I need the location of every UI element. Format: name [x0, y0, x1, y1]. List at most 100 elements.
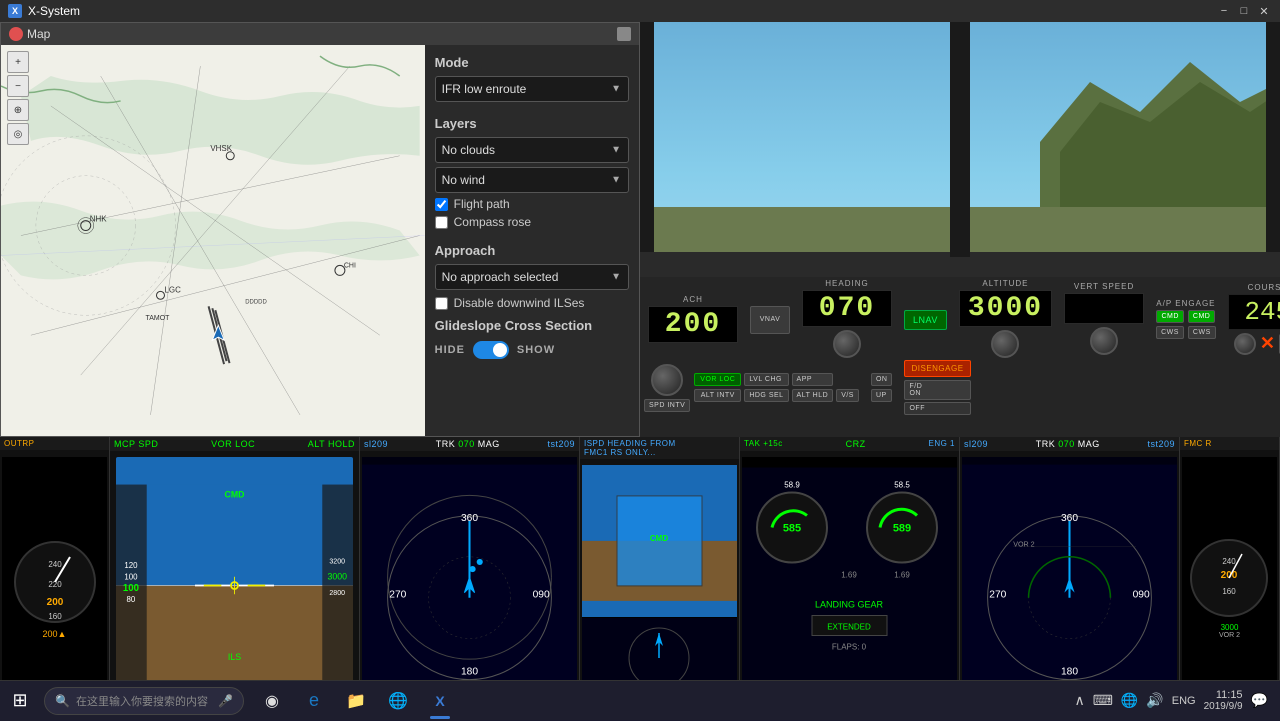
- map-canvas[interactable]: + − ⊕ ◎: [1, 45, 425, 436]
- lvl-chg-btn[interactable]: LVL CHG: [744, 373, 788, 386]
- vor-loc-group: VOR LOC ALT INTV: [694, 373, 741, 402]
- off-btn[interactable]: OFF: [904, 402, 970, 415]
- svg-text:100: 100: [123, 583, 139, 594]
- disengage-button[interactable]: DISENGAGE: [904, 360, 970, 377]
- svg-text:LANDING GEAR: LANDING GEAR: [815, 600, 884, 610]
- pfd-header: MCP SPD VOR LOC ALT HOLD: [110, 437, 359, 451]
- taskbar-app-xplane[interactable]: X: [420, 681, 460, 721]
- svg-text:585: 585: [783, 523, 801, 535]
- map-content: + − ⊕ ◎: [1, 45, 639, 436]
- pfd-svg: 120 100 100 80 3200 3000 2800 CMD ILS: [116, 457, 353, 714]
- taskbar: ⊞ 🔍 在这里输入你要搜索的内容 🎤 ◉ e 📁 🌐 X ∧: [0, 680, 1280, 720]
- mic-icon: 🎤: [218, 694, 233, 708]
- cmd-button-1[interactable]: CMD: [1156, 310, 1183, 323]
- alt-hld-btn[interactable]: ALT HLD: [792, 389, 834, 402]
- right-nd-trk-label: TRK 070 MAG: [1036, 439, 1100, 449]
- vert-speed-knob[interactable]: [1090, 327, 1118, 355]
- heading-knob[interactable]: [833, 330, 861, 358]
- zoom-out-button[interactable]: −: [7, 75, 29, 97]
- mode-label: Mode: [435, 55, 629, 70]
- fo-on-btn[interactable]: F/DON: [904, 380, 970, 400]
- lnav-group: LNAV: [900, 306, 951, 332]
- clouds-select[interactable]: No clouds: [435, 137, 629, 163]
- hdg-sel-btn[interactable]: HDG SEL: [744, 389, 788, 402]
- search-icon: 🔍: [55, 694, 70, 708]
- spd-intv-btn[interactable]: SPD INTV: [644, 399, 690, 412]
- alt-intv-btn[interactable]: ALT INTV: [694, 389, 741, 402]
- svg-text:58.5: 58.5: [894, 481, 910, 490]
- autopilot-panel: ACH 200 VNAV HEADING 070 LNAV ALTITUDE: [640, 277, 1280, 437]
- vor-loc-indicator: VOR LOC: [211, 439, 255, 449]
- vs-btn[interactable]: V/S: [836, 389, 859, 402]
- eicas-panel: TAK +15c CRZ ENG 1 58.9 58.5 585 589: [740, 437, 960, 720]
- search-placeholder: 在这里输入你要搜索的内容: [76, 693, 208, 709]
- app-btn[interactable]: APP: [792, 373, 834, 386]
- svg-text:EXTENDED: EXTENDED: [827, 623, 871, 632]
- svg-text:1.69: 1.69: [841, 571, 857, 580]
- flight-path-label: Flight path: [454, 197, 510, 211]
- altitude-knob[interactable]: [991, 330, 1019, 358]
- show-label: SHOW: [517, 344, 555, 356]
- svg-text:270: 270: [389, 590, 406, 601]
- titlebar-controls[interactable]: − □ ✕: [1216, 4, 1272, 18]
- maximize-button[interactable]: □: [1236, 4, 1252, 18]
- start-button[interactable]: ⊞: [0, 681, 40, 721]
- vor-loc-btn[interactable]: VOR LOC: [694, 373, 741, 386]
- eng-label: ENG 1: [928, 439, 955, 449]
- titlebar: X X-System − □ ✕: [0, 0, 1280, 22]
- disable-downwind-checkbox[interactable]: [435, 297, 448, 310]
- eicas-display: 58.9 58.5 585 589 1.69 1.69 LANDING GEAR: [742, 457, 957, 718]
- minimize-button[interactable]: −: [1216, 4, 1232, 18]
- map-close-button[interactable]: [9, 27, 23, 41]
- mfd-header: ISPD HEADING FROMFMC1 RS ONLY...: [580, 437, 739, 459]
- disengage-group: DISENGAGE F/DON OFF: [904, 360, 970, 415]
- svg-text:090: 090: [1133, 590, 1150, 601]
- arrow-icon[interactable]: ∧: [1074, 692, 1084, 709]
- spd-intv-group: SPD INTV: [644, 364, 690, 412]
- notification-icon[interactable]: 💬: [1251, 692, 1268, 709]
- up-btn[interactable]: UP: [871, 389, 893, 402]
- mfd-panel: ISPD HEADING FROMFMC1 RS ONLY... CMD VOR…: [580, 437, 740, 720]
- nd-trk-label: sl209: [364, 439, 388, 449]
- svg-text:CMD: CMD: [650, 534, 668, 543]
- wind-select[interactable]: No wind: [435, 167, 629, 193]
- lnav-button[interactable]: LNAV: [904, 310, 947, 330]
- taskbar-app-edge[interactable]: 🌐: [378, 681, 418, 721]
- cws-button-1[interactable]: CWS: [1156, 326, 1184, 339]
- close-button[interactable]: ✕: [1256, 4, 1272, 18]
- pan-button[interactable]: ⊕: [7, 99, 29, 121]
- glideslope-label: Glideslope Cross Section: [435, 318, 629, 333]
- taskbar-app-ie[interactable]: e: [294, 681, 334, 721]
- on-btn[interactable]: ON: [871, 373, 893, 386]
- speed-indicator: 200▲: [43, 629, 67, 639]
- ach-label: ACH: [683, 295, 703, 304]
- right-alt-label: FMC R: [1184, 439, 1212, 448]
- map-toolbar: + − ⊕ ◎: [7, 51, 29, 145]
- search-bar[interactable]: 🔍 在这里输入你要搜索的内容 🎤: [44, 687, 244, 715]
- center-button[interactable]: ◎: [7, 123, 29, 145]
- glideslope-toggle[interactable]: [473, 341, 509, 359]
- course-knob[interactable]: [1234, 333, 1256, 355]
- cmd-buttons: CMD CMD: [1156, 310, 1215, 323]
- cockpit-bottom-panel: OUTRP 240 220 200 160 200▲ MCP SPD VOR L…: [0, 437, 1280, 720]
- mode-select[interactable]: IFR low enroute: [435, 76, 629, 102]
- left-panel-header: OUTRP: [0, 437, 109, 450]
- flight-path-checkbox[interactable]: [435, 198, 448, 211]
- approach-select[interactable]: No approach selected: [435, 264, 629, 290]
- mcp-spd-indicator: MCP SPD: [114, 439, 158, 449]
- svg-text:200: 200: [46, 597, 63, 608]
- spd-knob[interactable]: [651, 364, 683, 396]
- cmd-button-2[interactable]: CMD: [1188, 310, 1215, 323]
- compass-rose-checkbox[interactable]: [435, 216, 448, 229]
- taskbar-app-cortana[interactable]: ◉: [252, 681, 292, 721]
- keyboard-icon: ⌨: [1093, 692, 1113, 709]
- taskbar-app-explorer[interactable]: 📁: [336, 681, 376, 721]
- cws-button-2[interactable]: CWS: [1188, 326, 1216, 339]
- right-alt-gauges: 240 200 160 3000 VOR 2: [1182, 457, 1277, 718]
- zoom-in-button[interactable]: +: [7, 51, 29, 73]
- right-alt-value: 3000: [1221, 623, 1239, 632]
- left-side-panel: OUTRP 240 220 200 160 200▲: [0, 437, 110, 720]
- mode-buttons-row: VOR LOC ALT INTV LVL CHG HDG SEL APP ALT…: [694, 373, 859, 402]
- map-maximize-button[interactable]: [617, 27, 631, 41]
- vnav-button[interactable]: VNAV: [750, 306, 790, 334]
